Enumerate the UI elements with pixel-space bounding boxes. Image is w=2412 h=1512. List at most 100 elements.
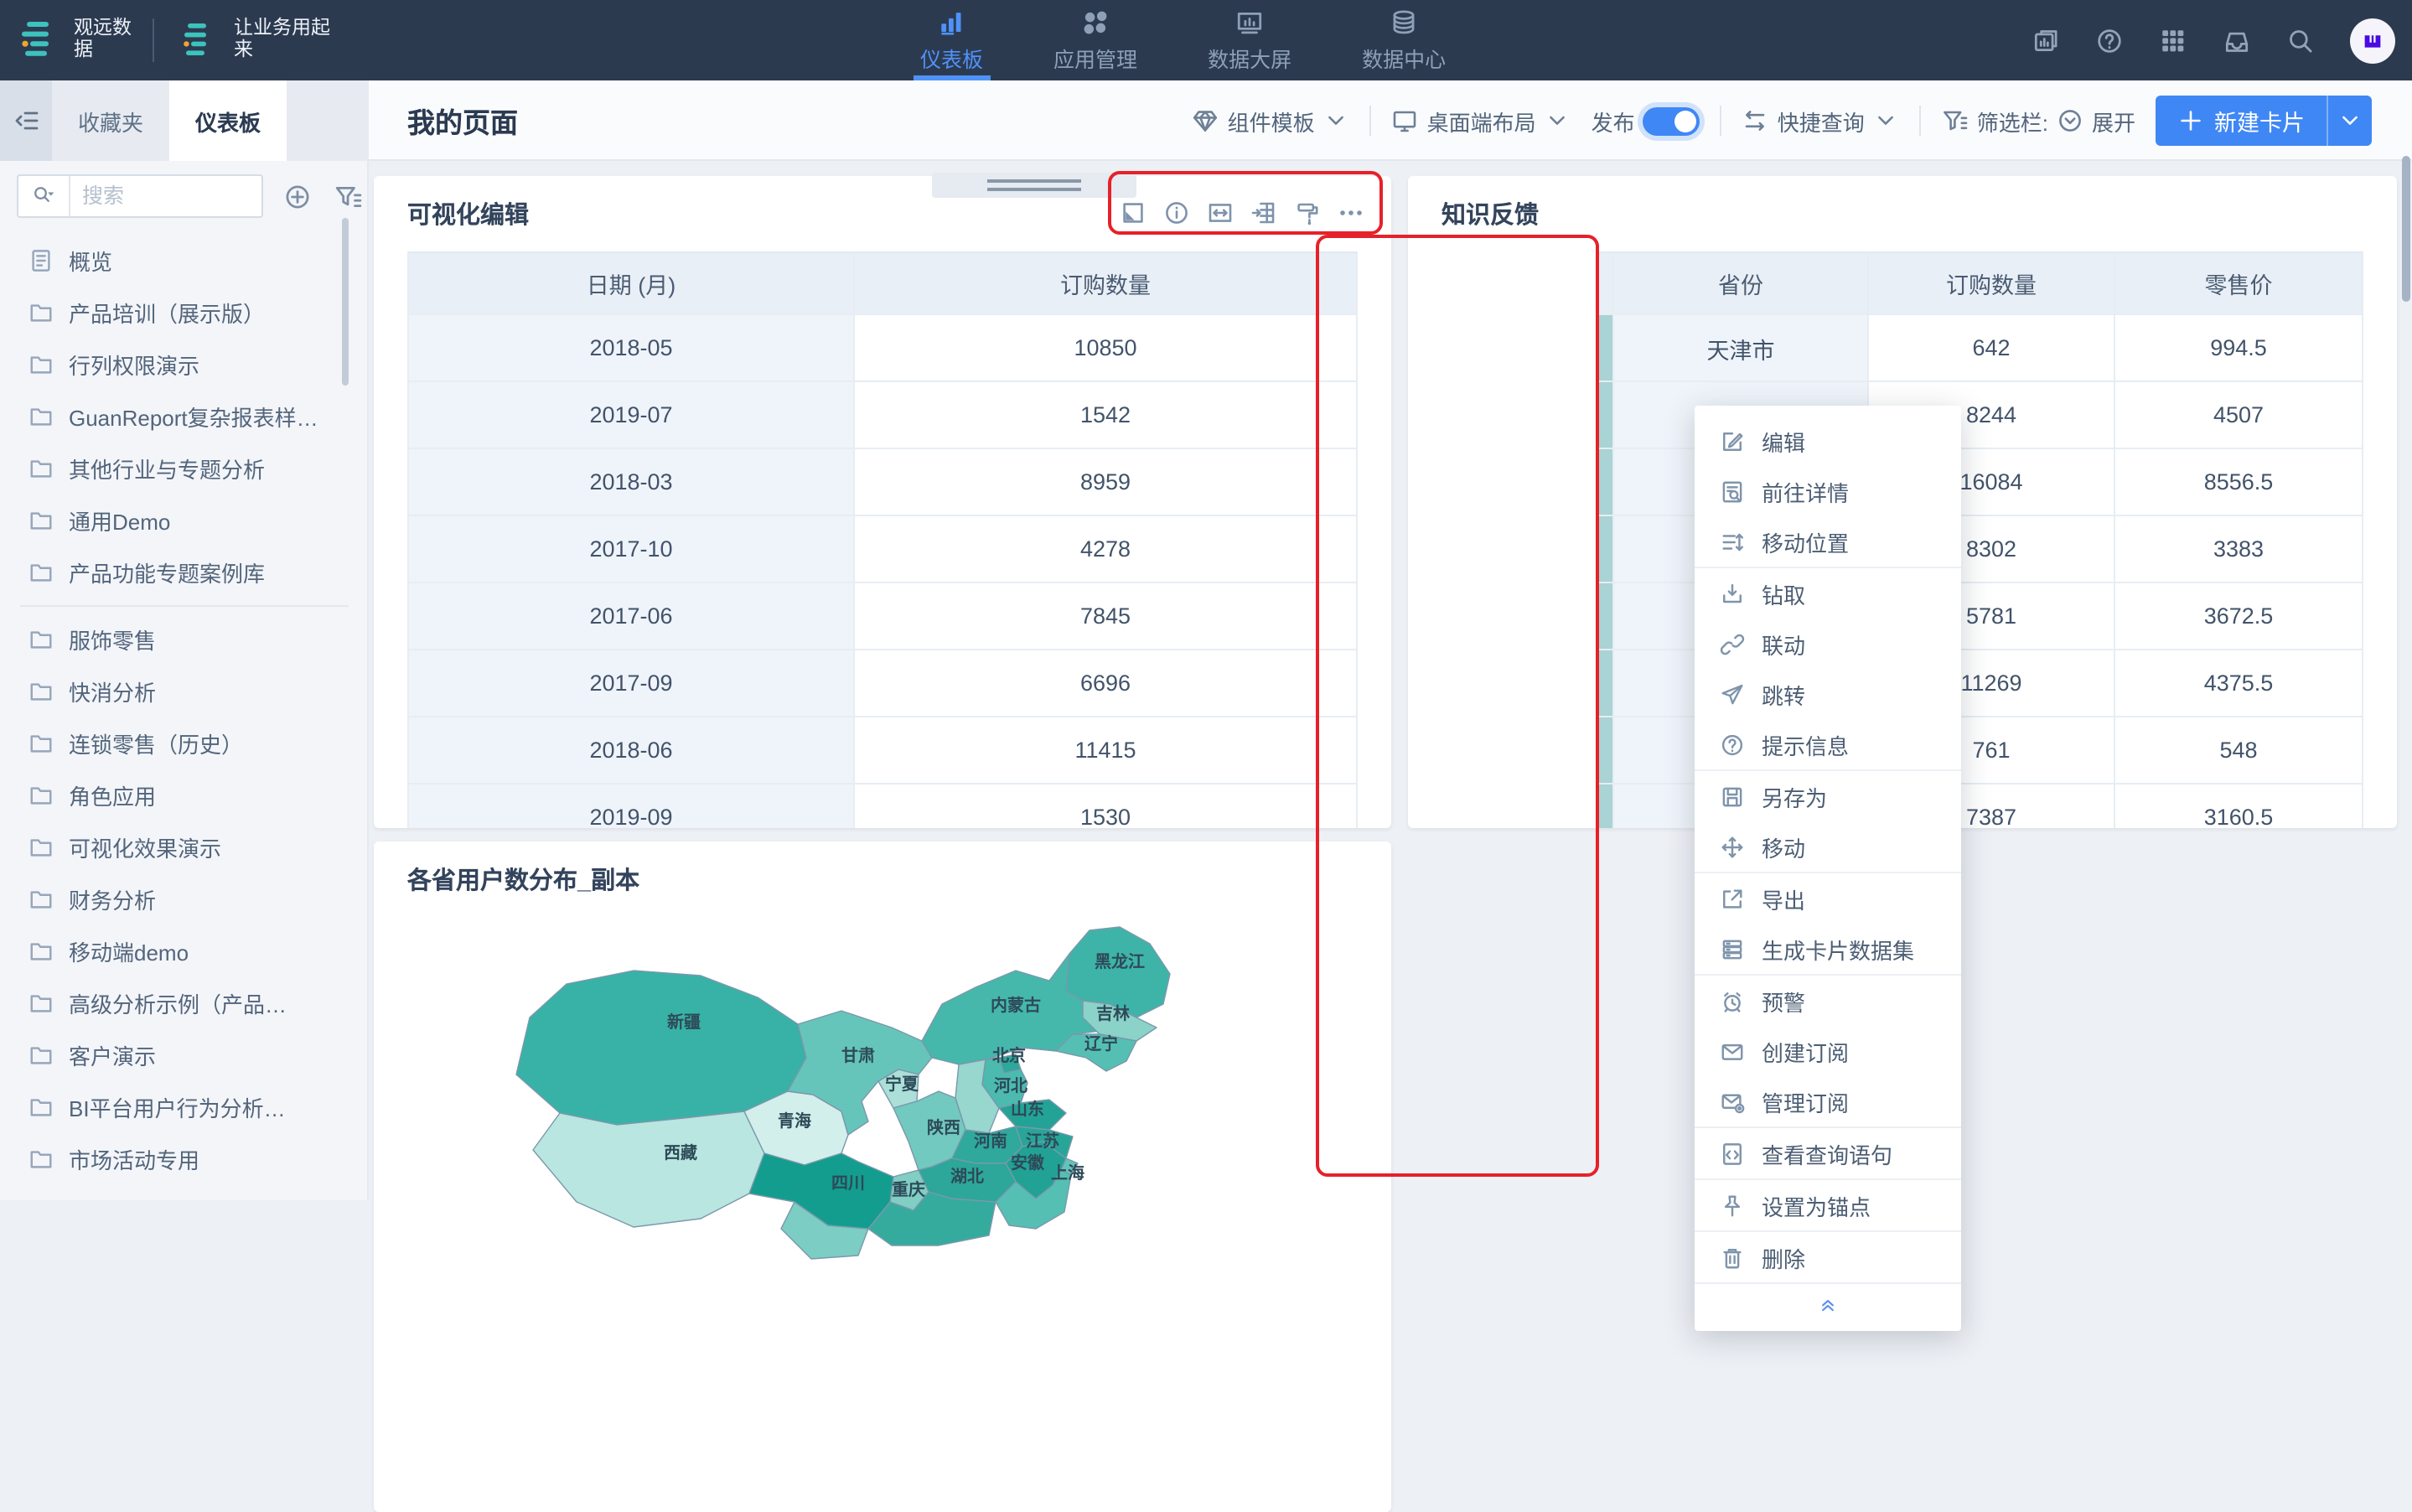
visual-edit-table: 日期 (月) 订购数量 2018-05 10850 2019-07 1542 2018-03… — [407, 251, 1358, 828]
menu-item[interactable]: 钻取 — [1695, 568, 1961, 619]
help-icon[interactable] — [2095, 26, 2124, 54]
menu-item[interactable]: 查看查询语句 — [1695, 1128, 1961, 1178]
folder-icon — [28, 991, 54, 1016]
map-region[interactable] — [748, 1152, 894, 1230]
folder-icon — [28, 300, 54, 325]
info-circle-icon[interactable] — [1163, 199, 1190, 226]
sidebar-item[interactable]: 产品培训（展示版） — [0, 287, 369, 339]
crop-icon[interactable] — [1120, 199, 1146, 226]
table-row[interactable]: 2019-09 1530 — [407, 784, 1358, 828]
nav-tab[interactable]: 应用管理 — [1047, 0, 1144, 80]
table-header-cell[interactable]: 订购数量 — [1869, 251, 2115, 315]
table-row[interactable]: 2018-06 11415 — [407, 717, 1358, 784]
sidebar-item[interactable]: 连锁零售（历史） — [0, 717, 369, 769]
map-province-label: 青海 — [778, 1111, 811, 1131]
table-header-cell[interactable]: 订购数量 — [855, 251, 1358, 315]
sidebar-item[interactable]: 其他行业与专题分析 — [0, 443, 369, 495]
menu-item[interactable]: 导出 — [1695, 873, 1961, 924]
card-province-user-map[interactable]: 各省用户数分布_副本 新疆 西藏 青海 甘肃 宁夏 内蒙古 黑龙江 吉林 辽宁 北京 河北 山东 陕西河… — [374, 841, 1391, 1512]
grid9-icon[interactable] — [2159, 26, 2187, 54]
nav-tab[interactable]: 数据大屏 — [1201, 0, 1298, 80]
menu-item[interactable]: 删除 — [1695, 1232, 1961, 1282]
user-avatar[interactable] — [2350, 18, 2395, 63]
sidebar-item[interactable]: 移动端demo — [0, 925, 369, 977]
sidebar-item[interactable]: 可视化效果演示 — [0, 821, 369, 873]
sidebar-item[interactable]: 高级分析示例（产品… — [0, 977, 369, 1029]
menu-item[interactable]: 管理订阅 — [1695, 1076, 1961, 1126]
sidebar-item[interactable]: 角色应用 — [0, 769, 369, 821]
folder-icon — [28, 939, 54, 964]
menu-item[interactable]: 提示信息 — [1695, 719, 1961, 769]
report-window-icon[interactable] — [2032, 26, 2060, 54]
menu-item[interactable]: 前往详情 — [1695, 466, 1961, 516]
table-row[interactable]: 2017-09 6696 — [407, 650, 1358, 717]
main-scrollbar[interactable] — [2402, 156, 2410, 302]
sidebar-tab-dashboards[interactable]: 仪表板 — [169, 80, 287, 161]
folder-icon — [28, 887, 54, 912]
brand-name: 观远数 据 — [74, 18, 132, 60]
menu-item[interactable]: 创建订阅 — [1695, 1026, 1961, 1076]
desktop-layout-button[interactable]: 桌面端布局 — [1392, 105, 1571, 137]
sidebar-item[interactable]: GuanReport复杂报表样… — [0, 391, 369, 443]
table-row[interactable]: 2018-03 8959 — [407, 449, 1358, 516]
search-input[interactable] — [70, 184, 261, 208]
sidebar-item[interactable]: 服饰零售 — [0, 614, 369, 665]
menu-collapse-button[interactable] — [1695, 1284, 1961, 1321]
menu-item[interactable]: 联动 — [1695, 619, 1961, 669]
filter-bar-control[interactable]: 筛选栏: 展开 — [1942, 105, 2135, 137]
menu-item[interactable]: 设置为锚点 — [1695, 1180, 1961, 1230]
brand-area[interactable]: 观远数 据 让业务用起 来 — [0, 0, 330, 80]
sidebar-item[interactable]: 概览 — [0, 235, 369, 287]
paint-roller-icon[interactable] — [1294, 199, 1321, 226]
folder-icon — [28, 835, 54, 860]
table-row[interactable]: 2018-05 10850 — [407, 315, 1358, 382]
sidebar-item[interactable]: 客户演示 — [0, 1029, 369, 1081]
new-card-split-button[interactable]: 新建卡片 — [2156, 96, 2372, 146]
table-row[interactable]: 2019-07 1542 — [407, 382, 1358, 449]
table-header-cell[interactable]: 省份 — [1614, 251, 1869, 315]
sidebar-item[interactable]: 市场活动专用 — [0, 1133, 369, 1185]
china-choropleth-map[interactable]: 新疆西藏 青海 甘肃宁夏 内蒙古 黑龙江吉林辽宁北京河北山东陕西河南 江苏上海安徽湖北重庆… — [419, 914, 1358, 1366]
table-row[interactable]: 天津市 642 994.5 — [1596, 315, 2363, 382]
table-row[interactable]: 2017-10 4278 — [407, 516, 1358, 583]
menu-item[interactable]: 移动 — [1695, 821, 1961, 872]
dots-icon[interactable] — [1338, 199, 1364, 226]
filter-list-icon[interactable] — [334, 182, 362, 210]
map-region[interactable] — [515, 970, 807, 1126]
menu-item[interactable]: 另存为 — [1695, 771, 1961, 821]
table-row[interactable]: 2017-06 7845 — [407, 583, 1358, 650]
menu-item[interactable]: 生成卡片数据集 — [1695, 924, 1961, 974]
publish-toggle[interactable] — [1643, 106, 1700, 135]
sidebar-tab-favorites[interactable]: 收藏夹 — [52, 80, 169, 161]
search-icon[interactable] — [2286, 26, 2315, 54]
inbox-download-icon[interactable] — [2223, 26, 2251, 54]
menu-item[interactable]: 移动位置 — [1695, 516, 1961, 567]
fit-width-icon[interactable] — [1207, 199, 1234, 226]
add-folder-icon[interactable] — [283, 182, 312, 210]
sidebar-item[interactable]: 行列权限演示 — [0, 339, 369, 391]
sidebar-item[interactable]: 财务分析 — [0, 873, 369, 925]
table-header-cell[interactable]: 日期 (月) — [407, 251, 855, 315]
insert-table-icon[interactable] — [1250, 199, 1277, 226]
table-color-cell — [1596, 315, 1614, 382]
sidebar-item[interactable]: 通用Demo — [0, 495, 369, 546]
table-header-cell[interactable]: 零售价 — [2115, 251, 2363, 315]
folder-list: 概览 产品培训（展示版） 行列权限演示 GuanReport复杂报表样… 其他行业与专题… — [0, 235, 369, 1185]
menu-item[interactable]: 预警 — [1695, 976, 1961, 1026]
search-scope-dropdown[interactable] — [18, 176, 70, 216]
nav-tab[interactable]: 数据中心 — [1355, 0, 1452, 80]
sidebar-item[interactable]: BI平台用户行为分析… — [0, 1081, 369, 1133]
sidebar-collapse-button[interactable] — [0, 80, 52, 161]
sidebar-item[interactable]: 产品功能专题案例库 — [0, 546, 369, 598]
nav-tab[interactable]: 仪表板 — [914, 0, 990, 80]
sidebar-scrollbar[interactable] — [342, 218, 349, 386]
component-template-button[interactable]: 组件模板 — [1193, 105, 1350, 137]
menu-item[interactable]: 编辑 — [1695, 416, 1961, 466]
quick-query-button[interactable]: 快捷查询 — [1742, 105, 1900, 137]
card-drag-handle[interactable] — [932, 173, 1136, 198]
map-region[interactable] — [532, 1111, 765, 1228]
menu-item[interactable]: 跳转 — [1695, 669, 1961, 719]
card-visual-edit[interactable]: 可视化编辑 日期 (月) 订购数量 2018-05 10850 2019-07 1542 2… — [374, 176, 1391, 828]
sidebar-item[interactable]: 快消分析 — [0, 665, 369, 717]
new-card-dropdown[interactable] — [2328, 96, 2372, 146]
